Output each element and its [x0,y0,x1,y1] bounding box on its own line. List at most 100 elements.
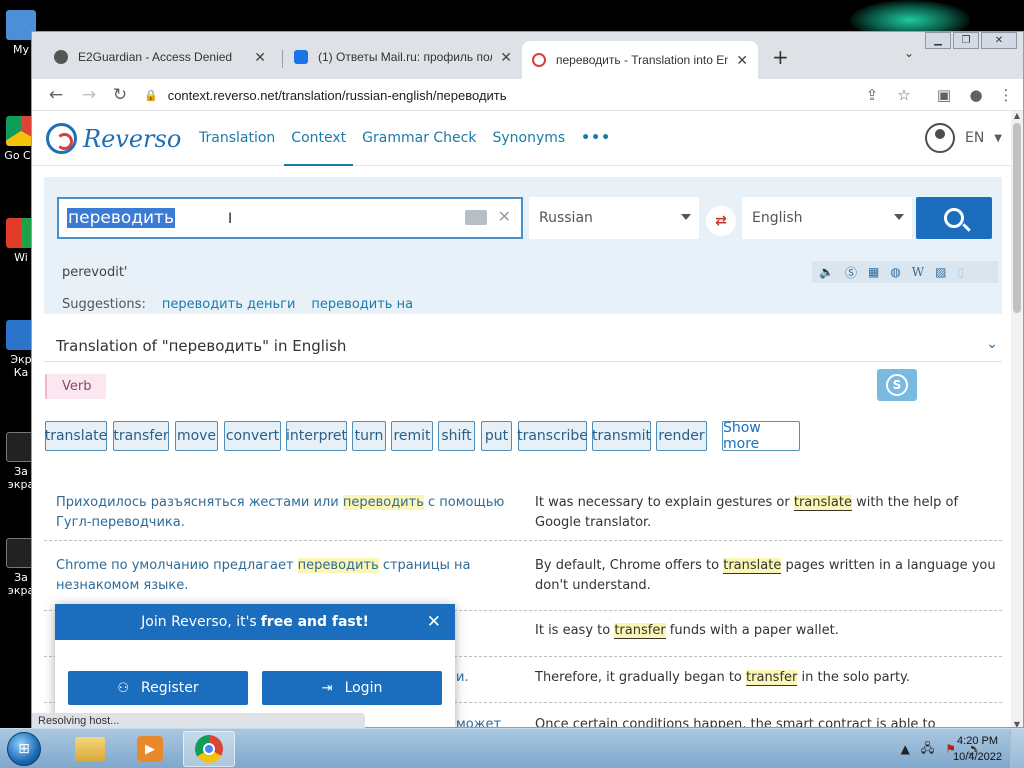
translation-chip[interactable]: transfer [113,421,169,451]
chevron-down-icon[interactable]: ⌄ [986,336,998,352]
nav-context[interactable]: Context [284,130,353,166]
scroll-down-icon[interactable]: ▼ [1011,720,1023,727]
browser-window: E2Guardian - Access Denied ✕ (1) Ответы … [31,31,1024,728]
interface-language[interactable]: EN [965,130,984,146]
scrollbar-thumb[interactable] [1013,123,1021,313]
nav-translation[interactable]: Translation [199,130,275,146]
chevron-down-icon[interactable]: ▼ [994,133,1002,144]
globe-icon[interactable]: ◍ [890,265,900,279]
image-icon[interactable]: ▨ [935,265,946,279]
search-input[interactable]: переводить I ✕ [57,197,523,239]
popup-title-bold: free and fast! [260,614,369,630]
example-source: и. [456,670,469,685]
clock-time: 4:20 PM [957,735,999,747]
skype-button[interactable]: S [877,369,917,401]
translation-chip[interactable]: transcribe [517,421,588,451]
profile-icon[interactable]: ● [964,83,988,107]
table-icon[interactable]: ▦ [868,265,879,279]
clock[interactable]: 4:20 PM 10/4/2022 [953,733,1002,765]
show-hidden-icons-icon[interactable]: ▲ [901,742,910,756]
taskbar-media-player[interactable]: ▶ [124,731,176,767]
swap-languages-icon[interactable]: ⇄ [706,206,736,236]
show-more-button[interactable]: Show more [722,420,800,452]
taskbar-explorer[interactable] [64,731,116,767]
translation-chip[interactable]: translate [45,421,107,451]
user-area: EN ▼ [924,123,1002,153]
highlight: transfer [746,670,798,686]
clear-icon[interactable]: ✕ [498,207,511,226]
page-scrollbar[interactable]: ▲ ▼ [1011,111,1023,727]
speaker-icon[interactable]: 🔈 [819,265,834,279]
translation-chip[interactable]: shift [438,421,475,451]
translation-chip[interactable]: move [175,421,218,451]
suggestion-link[interactable]: переводить деньги [162,297,296,312]
translation-chip[interactable]: interpret [286,421,347,451]
skype-icon[interactable]: Ⓢ [845,264,857,281]
highlight: translate [793,495,852,511]
minimize-button[interactable]: ▁ [925,32,951,49]
translation-chip[interactable]: render [656,421,707,451]
chrome-icon [195,735,223,763]
close-tab-icon[interactable]: ✕ [254,49,266,66]
nav-grammar-check[interactable]: Grammar Check [362,130,476,146]
menu-kebab-icon[interactable]: ⋮ [994,83,1018,107]
translation-heading-text: Translation of "переводить" in English [56,337,347,355]
login-button[interactable]: ⇥ Login [262,671,442,705]
address-bar[interactable]: 🔒 context.reverso.net/translation/russia… [144,81,924,109]
popup-close-icon[interactable]: ✕ [427,612,441,632]
show-desktop-button[interactable] [1010,729,1024,768]
login-label: Login [344,680,383,696]
tab-mail-ru[interactable]: (1) Ответы Mail.ru: профиль пол ✕ [284,41,522,73]
tab-title: E2Guardian - Access Denied [78,50,233,64]
tab-e2guardian[interactable]: E2Guardian - Access Denied ✕ [44,41,276,73]
suggestion-link[interactable]: переводить на [311,297,413,312]
nav-synonyms[interactable]: Synonyms [492,130,565,146]
tab-search-chevron-icon[interactable]: ⌄ [904,46,914,60]
example-row: Приходилось разъясняться жестами или пер… [44,484,1002,541]
example-target: Once certain conditions happen, the smar… [535,717,936,728]
translation-chip[interactable]: transmit [592,421,651,451]
source-language-select[interactable]: Russian [529,197,699,239]
reverso-logo-icon [46,123,77,154]
user-avatar-icon[interactable] [924,123,955,153]
target-language-label: English [752,210,803,226]
scroll-up-icon[interactable]: ▲ [1011,111,1023,120]
target-language-select[interactable]: English [742,197,912,239]
close-tab-icon[interactable]: ✕ [736,52,748,69]
translation-heading[interactable]: Translation of "переводить" in English ⌄ [44,334,1002,362]
taskbar-chrome[interactable] [183,731,235,767]
side-panel-icon[interactable]: ▣ [932,83,956,107]
tab-separator [282,50,283,68]
share-icon[interactable]: ⇪ [860,83,884,107]
book-icon[interactable]: ▯ [957,265,964,279]
window-controls: ▁ ❐ ✕ [925,32,1017,49]
network-icon[interactable]: 🖧 [921,739,934,760]
join-popup: Join Reverso, it's free and fast! ✕ ⚇ Re… [55,604,455,727]
search-button[interactable] [916,197,992,239]
reverso-logo[interactable]: Reverso [46,123,181,154]
reload-button[interactable]: ↻ [108,83,132,107]
tools-bar: 🔈 Ⓢ ▦ ◍ W ▨ ▯ [812,261,998,283]
forward-button[interactable]: → [77,83,101,107]
new-tab-button[interactable]: + [772,45,789,69]
close-tab-icon[interactable]: ✕ [500,49,512,66]
site-header: Reverso Translation Context Grammar Chec… [32,111,1012,166]
search-panel: переводить I ✕ Russian ⇄ English perevod… [44,177,1002,314]
start-button[interactable]: ⊞ [2,730,46,768]
translation-chip[interactable]: convert [224,421,281,451]
translation-chip[interactable]: put [481,421,512,451]
lock-icon[interactable]: 🔒 [144,89,158,102]
register-button[interactable]: ⚇ Register [68,671,248,705]
restore-button[interactable]: ❐ [953,32,979,49]
wikipedia-icon[interactable]: W [912,265,924,279]
translation-chip[interactable]: remit [391,421,433,451]
keyboard-icon[interactable] [465,210,487,225]
bookmark-star-icon[interactable]: ☆ [892,83,916,107]
popup-title: Join Reverso, it's [141,614,257,630]
back-button[interactable]: ← [44,83,68,107]
tab-reverso[interactable]: переводить - Translation into En ✕ [522,41,758,79]
nav-more-icon[interactable]: ••• [581,130,611,146]
close-window-button[interactable]: ✕ [981,32,1017,49]
translation-chip[interactable]: turn [352,421,386,451]
search-icon [944,208,964,228]
